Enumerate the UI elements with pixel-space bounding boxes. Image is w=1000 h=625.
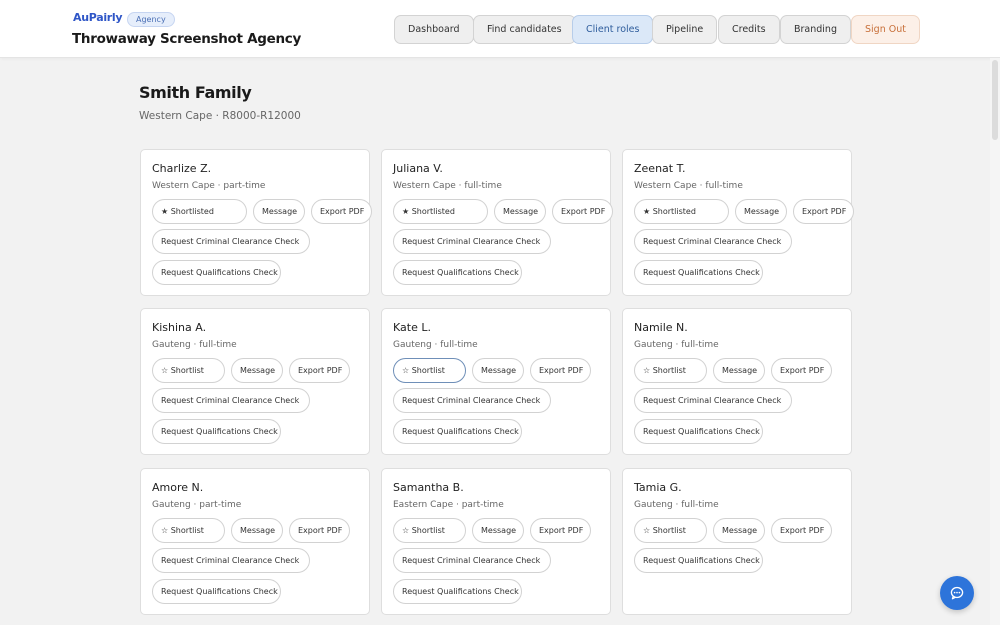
- candidate-meta: Gauteng · full-time: [634, 500, 719, 510]
- candidate-meta: Eastern Cape · part-time: [393, 500, 504, 510]
- request-criminal-check-button[interactable]: Request Criminal Clearance Check: [152, 229, 310, 254]
- candidate-card: Zeenat T. Western Cape · full-time ★ Short…: [622, 149, 854, 296]
- export-pdf-button[interactable]: Export PDF: [530, 358, 591, 383]
- candidate-meta: Western Cape · part-time: [152, 181, 266, 191]
- shortlist-button[interactable]: ★ Shortlisted: [634, 199, 729, 224]
- export-pdf-button[interactable]: Export PDF: [793, 199, 854, 224]
- sign-out-button[interactable]: Sign Out: [851, 15, 920, 44]
- candidate-name: Charlize Z.: [152, 162, 212, 175]
- message-button[interactable]: Message: [253, 199, 305, 224]
- message-button[interactable]: Message: [472, 358, 524, 383]
- message-button[interactable]: Message: [472, 518, 524, 543]
- request-criminal-check-button[interactable]: Request Criminal Clearance Check: [393, 548, 551, 573]
- request-qualifications-check-button[interactable]: Request Qualifications Check: [393, 260, 522, 285]
- request-criminal-check-button[interactable]: Request Criminal Clearance Check: [393, 229, 551, 254]
- export-pdf-button[interactable]: Export PDF: [771, 518, 832, 543]
- candidate-card: Samantha B. Eastern Cape · part-time ☆ Sho…: [381, 468, 611, 615]
- scrollbar-thumb[interactable]: [992, 60, 998, 140]
- candidate-meta: Gauteng · full-time: [152, 340, 237, 350]
- candidate-name: Samantha B.: [393, 481, 464, 494]
- request-criminal-check-button[interactable]: Request Criminal Clearance Check: [634, 229, 792, 254]
- candidate-name: Juliana V.: [393, 162, 443, 175]
- export-pdf-button[interactable]: Export PDF: [289, 358, 350, 383]
- shortlist-button[interactable]: ☆ Shortlist: [634, 358, 707, 383]
- request-qualifications-check-button[interactable]: Request Qualifications Check: [634, 260, 763, 285]
- nav-client-roles[interactable]: Client roles: [572, 15, 654, 44]
- export-pdf-button[interactable]: Export PDF: [552, 199, 613, 224]
- nav-branding[interactable]: Branding: [780, 15, 851, 44]
- candidate-name: Amore N.: [152, 481, 204, 494]
- candidate-card: Kate L. Gauteng · full-time ☆ Shortlist Mes…: [381, 308, 611, 455]
- message-button[interactable]: Message: [231, 518, 283, 543]
- request-criminal-check-button[interactable]: Request Criminal Clearance Check: [634, 388, 792, 413]
- request-criminal-check-button[interactable]: Request Criminal Clearance Check: [393, 388, 551, 413]
- agency-name: Throwaway Screenshot Agency: [72, 31, 301, 47]
- chat-button[interactable]: [940, 576, 974, 610]
- message-button[interactable]: Message: [735, 199, 787, 224]
- message-button[interactable]: Message: [494, 199, 546, 224]
- candidate-name: Kishina A.: [152, 321, 207, 334]
- candidate-meta: Gauteng · part-time: [152, 500, 242, 510]
- request-qualifications-check-button[interactable]: Request Qualifications Check: [152, 419, 281, 444]
- nav-pipeline[interactable]: Pipeline: [652, 15, 718, 44]
- candidate-meta: Western Cape · full-time: [634, 181, 743, 191]
- request-qualifications-check-button[interactable]: Request Qualifications Check: [152, 260, 281, 285]
- app-logo[interactable]: AuPairly: [73, 11, 123, 24]
- agency-badge: Agency: [127, 12, 175, 27]
- candidate-card: Juliana V. Western Cape · full-time ★ Shor…: [381, 149, 613, 296]
- nav-dashboard[interactable]: Dashboard: [394, 15, 474, 44]
- candidate-card: Kishina A. Gauteng · full-time ☆ Shortlist…: [140, 308, 370, 455]
- request-qualifications-check-button[interactable]: Request Qualifications Check: [152, 579, 281, 604]
- candidate-card: Namile N. Gauteng · full-time ☆ Shortlist M…: [622, 308, 852, 455]
- shortlist-button[interactable]: ★ Shortlisted: [393, 199, 488, 224]
- export-pdf-button[interactable]: Export PDF: [289, 518, 350, 543]
- message-button[interactable]: Message: [713, 358, 765, 383]
- candidate-name: Namile N.: [634, 321, 688, 334]
- candidate-name: Tamia G.: [634, 481, 682, 494]
- page-subtitle: Western Cape · R8000-R12000: [139, 110, 301, 122]
- request-qualifications-check-button[interactable]: Request Qualifications Check: [634, 548, 763, 573]
- request-qualifications-check-button[interactable]: Request Qualifications Check: [393, 579, 522, 604]
- request-criminal-check-button[interactable]: Request Criminal Clearance Check: [152, 548, 310, 573]
- scrollbar[interactable]: [990, 58, 1000, 625]
- candidate-meta: Gauteng · full-time: [634, 340, 719, 350]
- shortlist-button[interactable]: ☆ Shortlist: [634, 518, 707, 543]
- request-criminal-check-button[interactable]: Request Criminal Clearance Check: [152, 388, 310, 413]
- candidate-meta: Western Cape · full-time: [393, 181, 502, 191]
- message-button[interactable]: Message: [231, 358, 283, 383]
- request-qualifications-check-button[interactable]: Request Qualifications Check: [634, 419, 763, 444]
- message-button[interactable]: Message: [713, 518, 765, 543]
- candidate-card: Amore N. Gauteng · part-time ☆ Shortlist Me…: [140, 468, 370, 615]
- shortlist-button[interactable]: ☆ Shortlist: [393, 358, 466, 383]
- candidate-name: Zeenat T.: [634, 162, 686, 175]
- top-bar: AuPairly Agency Throwaway Screenshot Age…: [0, 0, 1000, 58]
- page-title: Smith Family: [139, 83, 252, 102]
- shortlist-button[interactable]: ☆ Shortlist: [152, 358, 225, 383]
- export-pdf-button[interactable]: Export PDF: [311, 199, 372, 224]
- shortlist-button[interactable]: ☆ Shortlist: [152, 518, 225, 543]
- candidate-card: Tamia G. Gauteng · full-time ☆ Shortlist Me…: [622, 468, 852, 615]
- shortlist-button[interactable]: ★ Shortlisted: [152, 199, 247, 224]
- nav-credits[interactable]: Credits: [718, 15, 780, 44]
- request-qualifications-check-button[interactable]: Request Qualifications Check: [393, 419, 522, 444]
- candidate-meta: Gauteng · full-time: [393, 340, 478, 350]
- nav-find-candidates[interactable]: Find candidates: [473, 15, 576, 44]
- shortlist-button[interactable]: ☆ Shortlist: [393, 518, 466, 543]
- export-pdf-button[interactable]: Export PDF: [771, 358, 832, 383]
- chat-bubble-icon: [950, 586, 964, 600]
- candidate-name: Kate L.: [393, 321, 431, 334]
- candidate-card: Charlize Z. Western Cape · part-time ★ Sho…: [140, 149, 372, 296]
- export-pdf-button[interactable]: Export PDF: [530, 518, 591, 543]
